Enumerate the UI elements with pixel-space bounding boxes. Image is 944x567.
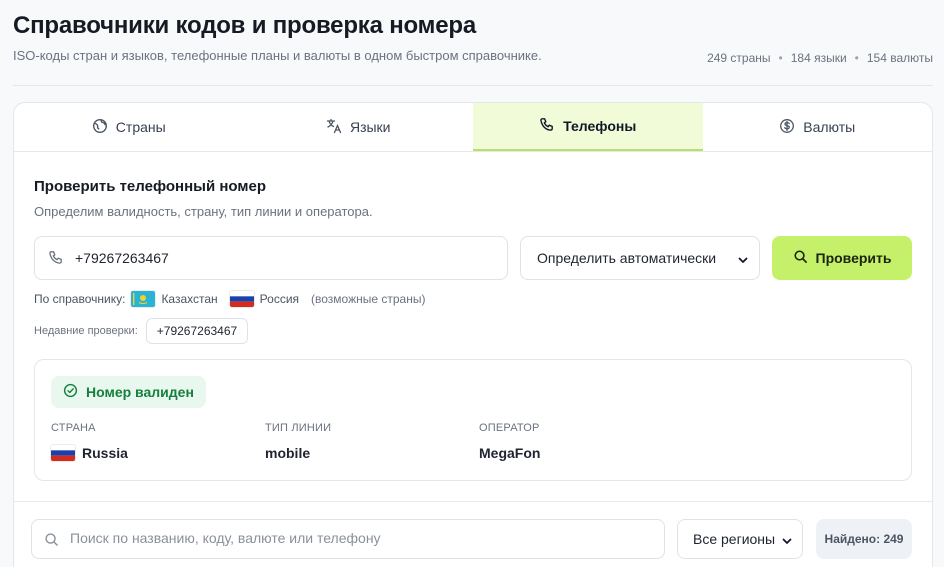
stats-summary: 249 страны • 184 языки • 154 валюты — [707, 51, 933, 65]
recent-label: Недавние проверки: — [34, 325, 138, 337]
phone-input[interactable] — [75, 250, 495, 266]
tab-languages[interactable]: Языки — [244, 103, 474, 151]
tab-label: Страны — [115, 119, 166, 135]
dollar-icon — [779, 118, 795, 137]
field-label: Тип линии — [265, 422, 332, 434]
russia-flag-icon — [229, 291, 254, 307]
hint-label: По справочнику: — [34, 292, 126, 306]
country-value: Russia — [82, 445, 128, 461]
hint-note: (возможные страны) — [311, 292, 426, 306]
search-input[interactable] — [70, 530, 650, 546]
phone-icon — [48, 250, 64, 266]
result-field-line-type: Тип линии mobile — [265, 422, 479, 462]
search-icon — [793, 249, 808, 267]
tab-phones[interactable]: Телефоны — [473, 103, 703, 151]
stat-currencies: 154 валюты — [866, 51, 933, 65]
translate-icon — [326, 118, 342, 137]
tab-label: Языки — [349, 119, 391, 135]
header-divider — [13, 85, 933, 86]
field-value-country: Russia — [51, 444, 265, 462]
phone-icon — [539, 117, 555, 136]
tab-countries[interactable]: Страны — [14, 103, 244, 151]
stat-languages: 184 языки — [790, 51, 847, 65]
tab-currencies[interactable]: Валюты — [703, 103, 933, 151]
found-count-badge: Найдено: 249 — [816, 519, 912, 559]
page-subtitle: ISO-коды стран и языков, телефонные план… — [13, 48, 542, 63]
hint-country-kazakhstan: Казахстан — [161, 292, 218, 306]
main-card: Страны Языки Телефоны Валюты Проверить т… — [13, 102, 933, 567]
page-header: Справочники кодов и проверка номера ISO-… — [13, 12, 933, 65]
section-divider — [14, 501, 932, 502]
country-select[interactable]: Определить автоматически — [520, 236, 760, 280]
valid-status-badge: Номер валиден — [51, 376, 206, 408]
check-button[interactable]: Проверить — [772, 236, 912, 280]
result-field-operator: Оператор MegaFon — [479, 422, 693, 462]
check-button-label: Проверить — [815, 250, 892, 266]
stat-separator: • — [778, 51, 783, 65]
stat-countries: 249 страны — [707, 51, 771, 65]
line-type-value: mobile — [265, 445, 311, 461]
phone-input-container — [34, 236, 508, 280]
field-label: Оператор — [479, 422, 540, 434]
check-circle-icon — [63, 383, 78, 401]
tab-label: Телефоны — [563, 118, 637, 134]
tab-bar: Страны Языки Телефоны Валюты — [14, 103, 932, 152]
result-card: Номер валиден Страна Russia Тип линии mo… — [34, 359, 912, 481]
kazakhstan-flag-icon — [131, 291, 156, 307]
globe-icon — [92, 118, 108, 137]
hint-country-russia: Россия — [259, 292, 300, 306]
search-container — [31, 519, 665, 559]
recent-checks-row: Недавние проверки: +79267263467 — [34, 318, 249, 344]
result-fields: Страна Russia Тип линии mobile Оператор … — [51, 422, 693, 462]
region-select-value: Все регионы — [693, 531, 776, 547]
tab-label: Валюты — [803, 119, 856, 135]
stat-separator: • — [854, 51, 859, 65]
country-hint-row: По справочнику: Казахстан Россия (возмож… — [34, 288, 425, 310]
result-field-country: Страна Russia — [51, 422, 265, 462]
phone-check-title: Проверить телефонный номер — [34, 178, 266, 195]
field-label: Страна — [51, 422, 96, 434]
russia-flag-icon — [51, 445, 75, 461]
recent-check-chip[interactable]: +79267263467 — [145, 318, 249, 344]
chevron-down-icon — [781, 534, 793, 546]
chevron-down-icon — [737, 253, 749, 265]
phone-check-description: Определим валидность, страну, тип линии … — [34, 204, 373, 219]
page-title: Справочники кодов и проверка номера — [13, 12, 476, 39]
country-select-value: Определить автоматически — [537, 250, 717, 266]
operator-value: MegaFon — [479, 445, 541, 461]
valid-status-text: Номер валиден — [86, 384, 194, 400]
region-select[interactable]: Все регионы — [677, 519, 803, 559]
search-icon — [44, 532, 59, 547]
